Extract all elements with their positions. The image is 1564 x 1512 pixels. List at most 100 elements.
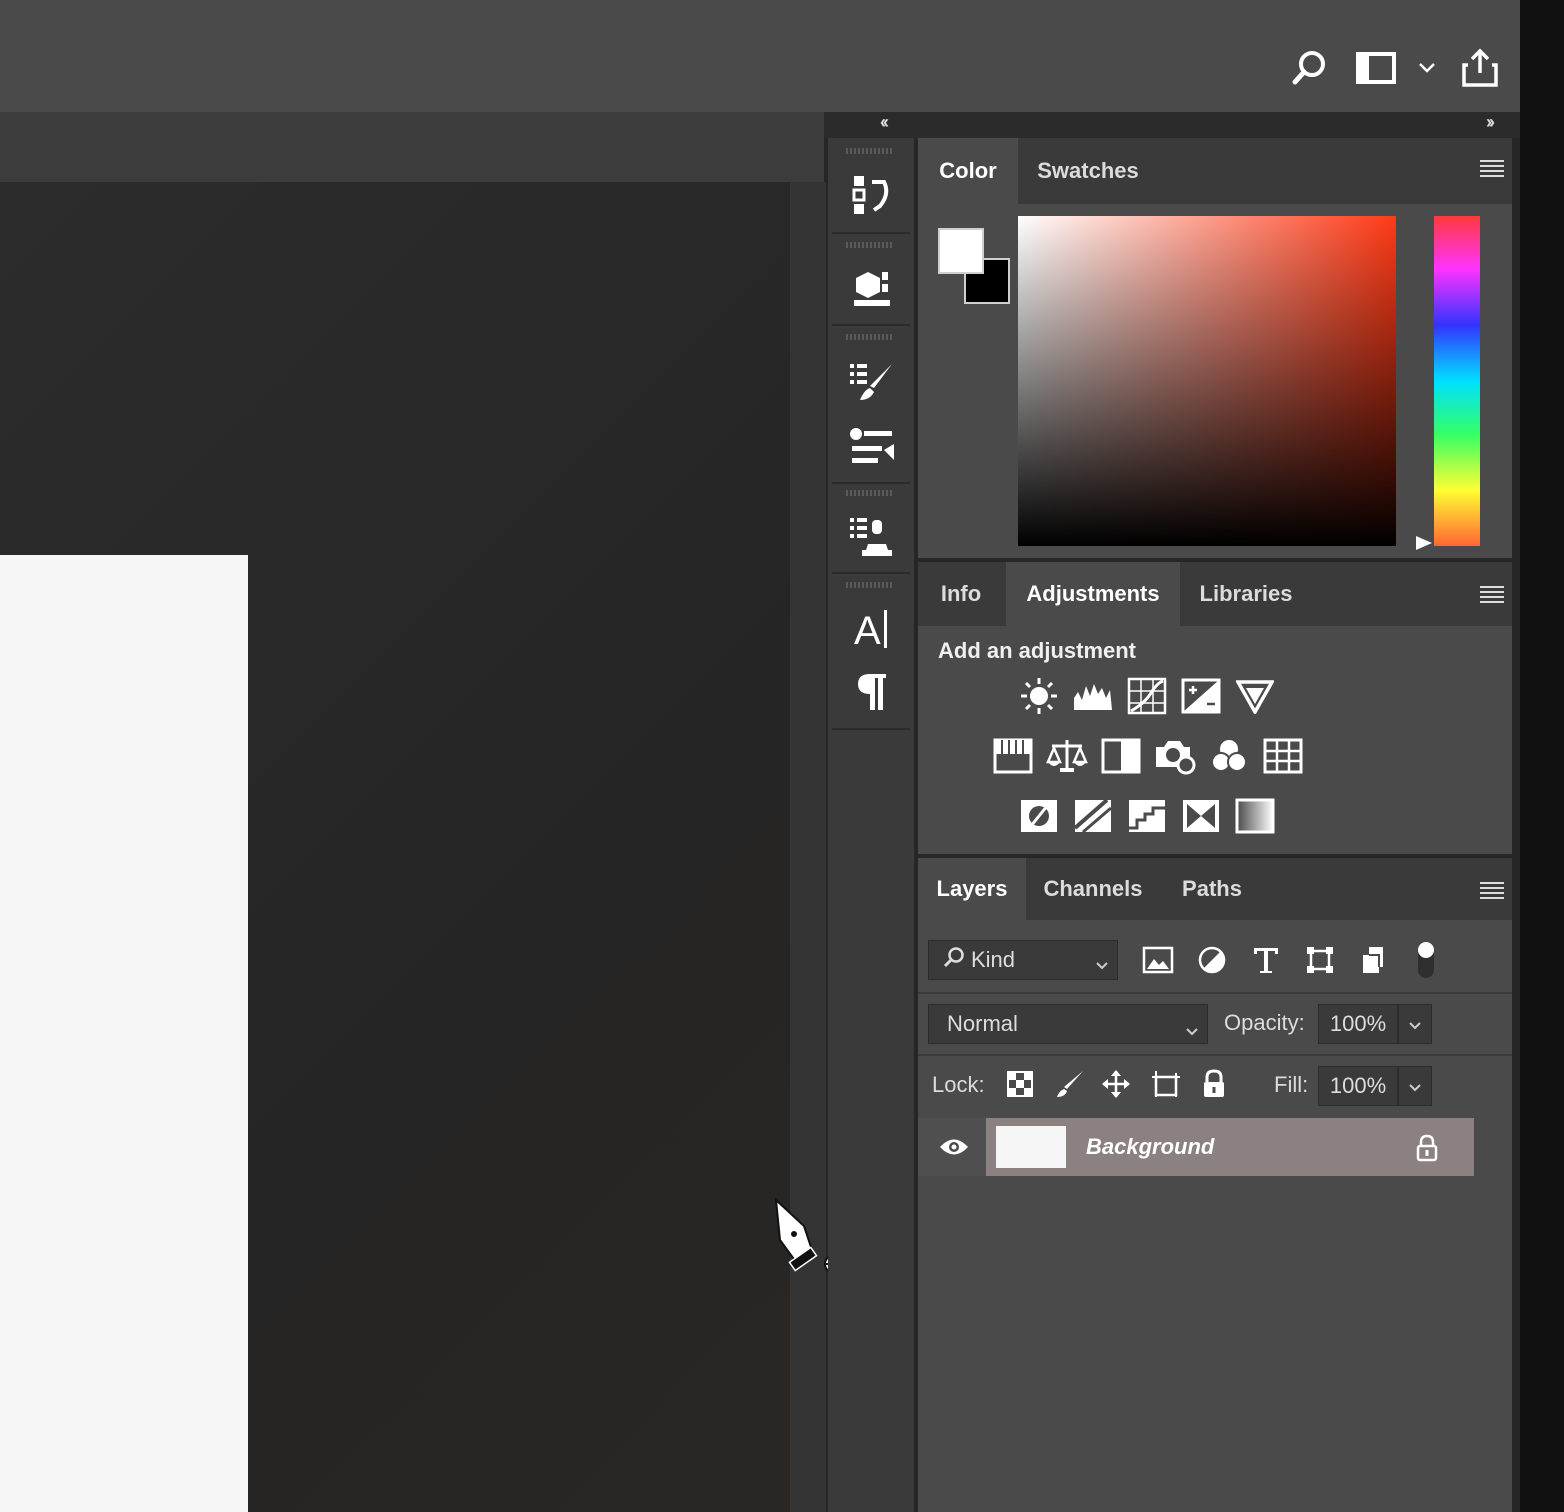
panel-menu-icon[interactable] (1480, 586, 1504, 603)
levels-icon[interactable] (1072, 676, 1114, 716)
black-white-icon[interactable] (1100, 736, 1142, 776)
history-icon[interactable] (842, 168, 902, 224)
monitor-bezel (1520, 0, 1564, 1512)
strip-separator (832, 572, 910, 574)
chevron-down-icon (1185, 1017, 1199, 1043)
tab-channels[interactable]: Channels (1030, 858, 1156, 920)
tab-layers[interactable]: Layers (918, 858, 1026, 920)
chevron-down-icon (1408, 1073, 1422, 1099)
workspace-layout-icon[interactable] (1354, 44, 1398, 92)
blend-mode-select[interactable]: Normal (928, 1004, 1208, 1044)
strip-grip[interactable] (846, 582, 892, 588)
lock-transparent-pixels-icon[interactable] (1000, 1064, 1040, 1104)
filter-type-layers-icon[interactable] (1246, 940, 1286, 980)
canvas-edge-scrollbar[interactable] (790, 182, 826, 1512)
layer-lock-icon[interactable] (1414, 1134, 1440, 1167)
divider (918, 1054, 1512, 1056)
color-panel: Color Swatches (918, 138, 1512, 558)
exposure-icon[interactable] (1180, 676, 1222, 716)
foreground-color-swatch[interactable] (938, 228, 984, 274)
hue-saturation-icon[interactable] (992, 736, 1034, 776)
3d-icon[interactable] (842, 260, 902, 316)
clone-source-icon[interactable] (842, 418, 902, 474)
document-tab-strip (0, 112, 824, 182)
document-canvas[interactable] (0, 555, 248, 1512)
tab-libraries[interactable]: Libraries (1184, 562, 1308, 626)
strip-separator (832, 482, 910, 484)
filter-smart-objects-icon[interactable] (1354, 940, 1394, 980)
collapse-left-icon[interactable]: ‹‹ (880, 112, 889, 133)
filter-adjustment-layers-icon[interactable] (1192, 940, 1232, 980)
divider (918, 992, 1512, 994)
curves-icon[interactable] (1126, 676, 1168, 716)
tab-paths[interactable]: Paths (1162, 858, 1262, 920)
fill-label: Fill: (1274, 1072, 1309, 1097)
strip-grip[interactable] (846, 334, 892, 340)
layer-name: Background (1086, 1134, 1215, 1159)
prevent-auto-nesting-icon[interactable] (1146, 1064, 1186, 1104)
hue-slider[interactable] (1434, 216, 1480, 546)
opacity-input[interactable]: 100% (1318, 1004, 1398, 1044)
search-icon (943, 946, 965, 974)
layer-filter-kind-select[interactable]: Kind (928, 940, 1118, 980)
color-panel-tabs: Color Swatches (918, 138, 1512, 204)
selective-color-icon[interactable] (1180, 796, 1222, 836)
opacity-dropdown-button[interactable] (1398, 1004, 1432, 1044)
application-bar (0, 0, 1520, 112)
filter-kind-label: Kind (971, 947, 1016, 972)
tool-presets-icon[interactable] (842, 508, 902, 564)
vibrance-icon[interactable] (1234, 676, 1276, 716)
tab-adjustments[interactable]: Adjustments (1006, 562, 1180, 626)
chevron-down-icon[interactable] (1404, 44, 1450, 92)
strip-grip[interactable] (846, 148, 892, 154)
lock-label: Lock: (932, 1072, 985, 1097)
strip-separator (832, 728, 910, 730)
chevron-down-icon (1095, 951, 1109, 977)
search-icon[interactable] (1288, 44, 1332, 92)
tab-swatches[interactable]: Swatches (1022, 138, 1154, 204)
posterize-icon[interactable] (1072, 796, 1114, 836)
adjustments-panel-tabs: Info Adjustments Libraries (918, 562, 1512, 626)
lock-position-icon[interactable] (1096, 1064, 1136, 1104)
layers-panel: Layers Channels Paths Kind Normal Opacit… (918, 858, 1512, 1512)
lock-image-pixels-icon[interactable] (1050, 1064, 1090, 1104)
panel-menu-icon[interactable] (1480, 882, 1504, 899)
lock-all-icon[interactable] (1194, 1064, 1234, 1104)
color-lookup-icon[interactable] (1262, 736, 1304, 776)
threshold-icon[interactable] (1126, 796, 1168, 836)
color-picker-field[interactable] (1018, 216, 1396, 546)
fill-dropdown-button[interactable] (1398, 1066, 1432, 1106)
tab-color[interactable]: Color (918, 138, 1018, 204)
brightness-contrast-icon[interactable] (1018, 676, 1060, 716)
filter-shape-layers-icon[interactable] (1300, 940, 1340, 980)
collapsed-panel-strip: A (828, 138, 914, 1512)
invert-icon[interactable] (1018, 796, 1060, 836)
panel-dock-header: ‹‹ ›› (824, 112, 1520, 138)
adjustments-heading: Add an adjustment (938, 638, 1137, 663)
gradient-map-icon[interactable] (1234, 796, 1276, 836)
character-icon[interactable]: A (842, 600, 902, 656)
brush-settings-icon[interactable] (842, 354, 902, 410)
layer-visibility-cell[interactable] (918, 1118, 986, 1176)
panel-menu-icon[interactable] (1480, 160, 1504, 177)
adjustments-panel: Info Adjustments Libraries Add an adjust… (918, 562, 1512, 854)
layer-row-background[interactable]: Background (986, 1118, 1474, 1176)
photo-filter-icon[interactable] (1154, 736, 1196, 776)
blend-mode-value: Normal (947, 1011, 1018, 1036)
fill-input[interactable]: 100% (1318, 1066, 1398, 1106)
share-icon[interactable] (1458, 44, 1502, 92)
filter-pixel-layers-icon[interactable] (1138, 940, 1178, 980)
color-balance-icon[interactable] (1046, 736, 1088, 776)
channel-mixer-icon[interactable] (1208, 736, 1250, 776)
strip-grip[interactable] (846, 242, 892, 248)
layers-panel-tabs: Layers Channels Paths (918, 858, 1512, 920)
paragraph-icon[interactable] (842, 664, 902, 720)
tab-info[interactable]: Info (918, 562, 1004, 626)
layer-thumbnail (996, 1126, 1066, 1168)
svg-text:A: A (854, 609, 881, 650)
filter-toggle-icon[interactable] (1406, 940, 1446, 980)
collapse-right-icon[interactable]: ›› (1486, 112, 1495, 133)
eye-icon[interactable] (938, 1136, 970, 1163)
hue-slider-handle-icon[interactable] (1414, 534, 1434, 557)
strip-grip[interactable] (846, 490, 892, 496)
